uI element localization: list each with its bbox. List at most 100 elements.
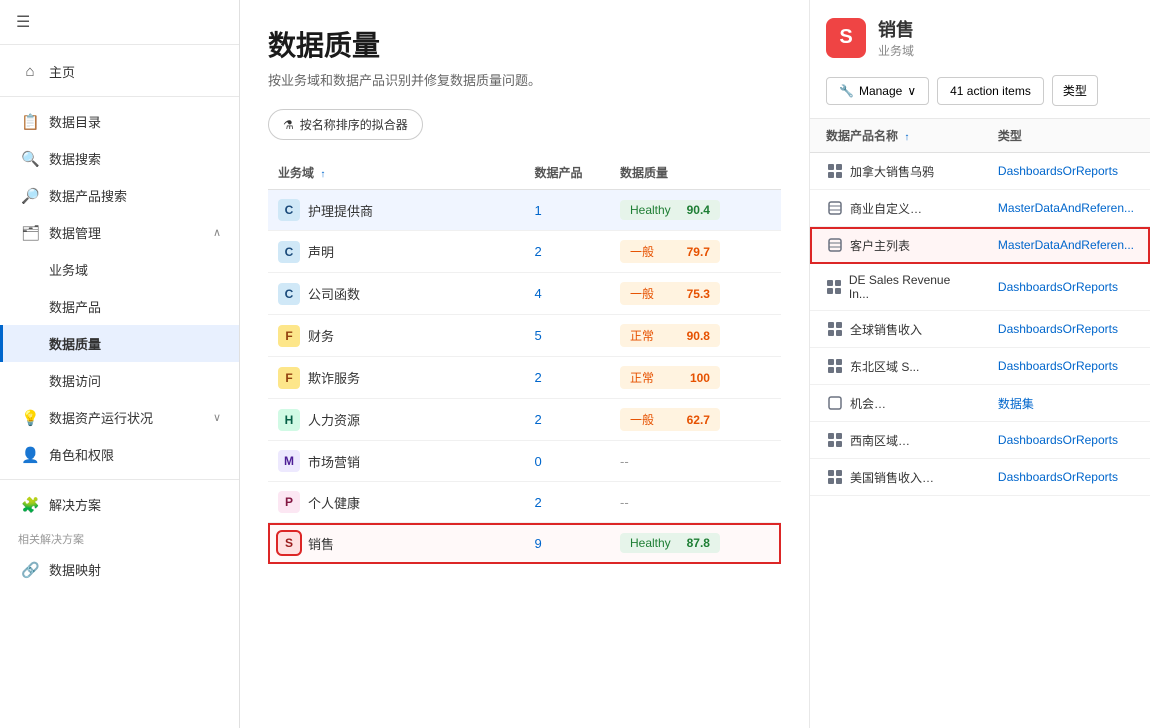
sidebar-item-data-assets-label: 数据资产运行状况 (49, 408, 153, 427)
dashboard-icon (826, 431, 844, 449)
products-count: 4 (525, 273, 610, 315)
sidebar-item-data-catalog[interactable]: 📋 数据目录 (0, 103, 239, 140)
product-name-text: 加拿大销售乌鸦 (850, 163, 934, 180)
master-icon (826, 199, 844, 217)
sidebar-item-data-product-search[interactable]: 🔎 数据产品搜索 (0, 177, 239, 214)
sidebar-item-data-product[interactable]: 数据产品 (0, 288, 239, 325)
col-header-products[interactable]: 数据产品 (525, 156, 610, 190)
quality-label: 一般 (630, 285, 654, 302)
product-row[interactable]: 全球销售收入DashboardsOrReports (810, 311, 1150, 348)
domain-name-label: 人力资源 (308, 410, 360, 429)
product-row[interactable]: 西南区域…DashboardsOrReports (810, 422, 1150, 459)
domain-name-label: 个人健康 (308, 493, 360, 512)
col-header-type[interactable]: 类型 (982, 119, 1150, 153)
table-row[interactable]: C护理提供商1Healthy90.4 (268, 190, 781, 231)
sidebar-item-home-label: 主页 (49, 62, 75, 81)
sidebar-item-roles-label: 角色和权限 (49, 445, 114, 464)
product-row[interactable]: 东北区域 S...DashboardsOrReports (810, 348, 1150, 385)
domain-cell: C公司函数 (268, 273, 525, 315)
quality-label: 正常 (630, 327, 654, 344)
product-type-cell: MasterDataAndReferen... (982, 190, 1150, 227)
product-row[interactable]: 机会…数据集 (810, 385, 1150, 422)
quality-score: 90.8 (687, 329, 710, 343)
sidebar-item-data-access[interactable]: 数据访问 (0, 362, 239, 399)
quality-badge: 一般75.3 (620, 282, 720, 305)
domain-cell: S销售 (268, 523, 525, 564)
quality-cell: 一般79.7 (610, 231, 781, 273)
products-count: 2 (525, 231, 610, 273)
sidebar-item-data-management[interactable]: 🗂 数据管理 ∧ (0, 214, 239, 251)
table-row[interactable]: H人力资源2一般62.7 (268, 399, 781, 441)
dashboard-icon (826, 468, 844, 486)
table-row[interactable]: C公司函数4 一般75.3 (268, 273, 781, 315)
sidebar-item-data-assets[interactable]: 💡 数据资产运行状况 ∨ (0, 399, 239, 436)
col-header-product-name[interactable]: 数据产品名称 ↑ (810, 119, 982, 153)
table-row[interactable]: F财务5 正常 90.8 (268, 315, 781, 357)
product-row[interactable]: DE Sales Revenue In...DashboardsOrReport… (810, 264, 1150, 311)
sidebar-item-data-product-label: 数据产品 (49, 297, 101, 316)
sidebar-item-solutions[interactable]: 🧩 解决方案 (0, 486, 239, 523)
product-name-cell: 西南区域… (810, 422, 982, 459)
content-area: 数据质量 按业务域和数据产品识别并修复数据质量问题。 ⚗ 按名称排序的拟合器 业… (240, 0, 1150, 728)
sort-icon-products: ↑ (904, 132, 909, 143)
quality-badge: 一般79.7 (620, 240, 720, 263)
quality-dash: -- (620, 495, 629, 510)
domain-name-label: 护理提供商 (308, 201, 373, 220)
products-count: 5 (525, 315, 610, 357)
hamburger-icon[interactable]: ☰ (16, 14, 30, 31)
table-row[interactable]: F欺诈服务2正常100 (268, 357, 781, 399)
table-row[interactable]: S销售9Healthy87.8 (268, 523, 781, 564)
quality-badge: 正常 90.8 (620, 324, 720, 347)
product-row[interactable]: 商业自定义…MasterDataAndReferen... (810, 190, 1150, 227)
product-row[interactable]: 美国销售收入…DashboardsOrReports (810, 459, 1150, 496)
table-row[interactable]: C声明2 一般79.7 (268, 231, 781, 273)
product-name-cell: 全球销售收入 (810, 311, 982, 348)
sidebar-item-data-quality[interactable]: 数据质量 (0, 325, 239, 362)
product-name-text: 东北区域 S... (850, 358, 919, 375)
quality-cell: Healthy90.4 (610, 190, 781, 231)
chevron-down-icon: ∨ (907, 84, 916, 98)
sidebar-item-business-domain[interactable]: 业务域 (0, 251, 239, 288)
domain-badge: F (278, 367, 300, 389)
quality-label: 正常 (630, 369, 654, 386)
chevron-up-icon: ∧ (213, 226, 221, 239)
assets-icon: 💡 (21, 409, 39, 427)
master-icon (826, 236, 844, 254)
type-button[interactable]: 类型 (1052, 75, 1098, 106)
quality-cell: 一般75.3 (610, 273, 781, 315)
domain-table: 业务域 ↑ 数据产品 数据质量 C护理提供商1Healthy90.4C声明2一般… (268, 156, 781, 564)
sidebar-item-data-mapping[interactable]: 🔗 数据映射 (0, 551, 239, 588)
product-type-cell: MasterDataAndReferen... (982, 227, 1150, 264)
filter-button[interactable]: ⚗ 按名称排序的拟合器 (268, 109, 423, 140)
dashboard-icon (826, 278, 843, 296)
manage-button[interactable]: 🔧 Manage ∨ (826, 77, 929, 105)
quality-score: 87.8 (687, 536, 710, 550)
domain-badge: C (278, 199, 300, 221)
sidebar-header: ☰ (0, 0, 239, 45)
product-name-text: 客户主列表 (850, 237, 910, 254)
sidebar-item-data-search[interactable]: 🔍 数据搜索 (0, 140, 239, 177)
sidebar-item-home[interactable]: ⌂ 主页 (0, 53, 239, 90)
product-row[interactable]: 客户主列表 MasterDataAndReferen... (810, 227, 1150, 264)
quality-score: 90.4 (687, 203, 710, 217)
table-header-row: 业务域 ↑ 数据产品 数据质量 (268, 156, 781, 190)
table-row[interactable]: P个人健康2-- (268, 482, 781, 523)
domain-badge: S (278, 532, 300, 554)
quality-score: 62.7 (687, 413, 710, 427)
sidebar-item-roles[interactable]: 👤 角色和权限 (0, 436, 239, 473)
domain-cell: C声明 (268, 231, 525, 273)
domain-badge: C (278, 241, 300, 263)
product-row[interactable]: 加拿大销售乌鸦DashboardsOrReports (810, 153, 1150, 190)
sidebar-item-solutions-label: 解决方案 (49, 495, 101, 514)
chevron-down-icon: ∨ (213, 411, 221, 424)
domain-cell: H人力资源 (268, 399, 525, 441)
domain-cell: F财务 (268, 315, 525, 357)
product-name-cell: 机会… (810, 385, 982, 422)
products-count: 2 (525, 399, 610, 441)
filter-bar: ⚗ 按名称排序的拟合器 (268, 109, 781, 140)
col-header-domain[interactable]: 业务域 ↑ (268, 156, 525, 190)
quality-score: 100 (690, 371, 710, 385)
table-row[interactable]: M市场营销0-- (268, 441, 781, 482)
action-items-button[interactable]: 41 action items (937, 77, 1044, 105)
col-header-quality[interactable]: 数据质量 (610, 156, 781, 190)
